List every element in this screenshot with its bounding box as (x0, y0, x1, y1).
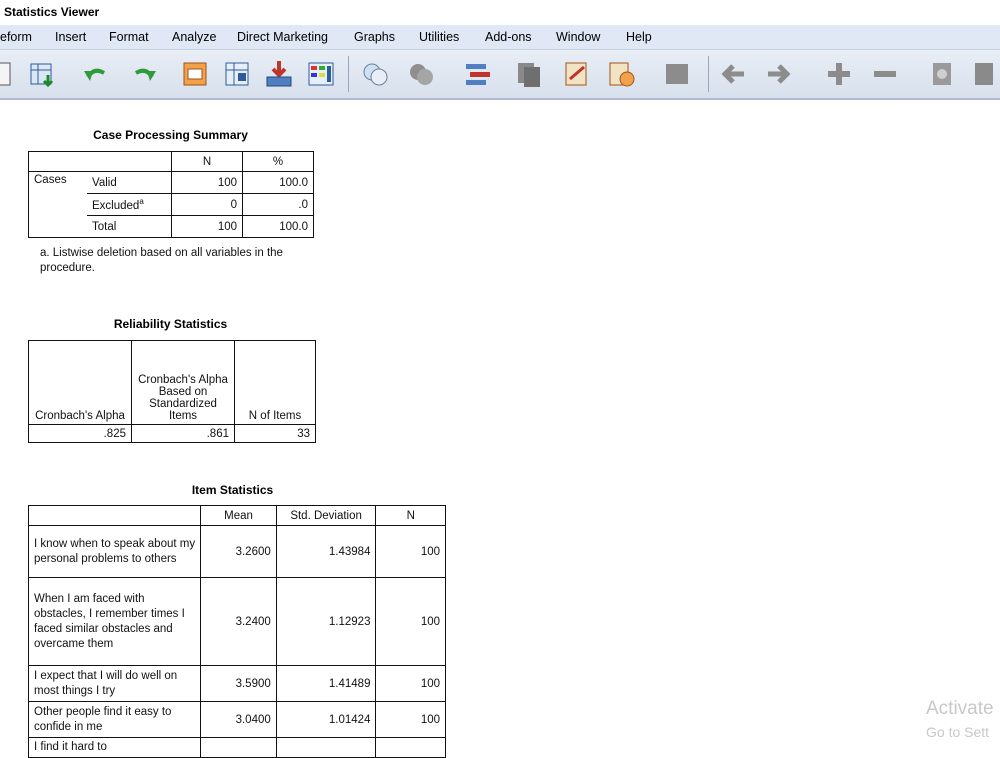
footnote: a. Listwise deletion based on all variab… (40, 247, 283, 274)
case-processing-title: Case Processing Summary (93, 128, 248, 142)
row-label: Valid (87, 171, 172, 194)
column-header: Std. Deviation (275, 505, 377, 526)
toolbar-separator (348, 56, 349, 92)
window-title: Statistics Viewer (4, 5, 100, 19)
open-icon[interactable] (0, 59, 16, 89)
toolbar-separator (708, 56, 709, 92)
undo-icon[interactable] (80, 59, 110, 89)
expand-icon[interactable] (824, 59, 854, 89)
table-cell: 3.2600 (200, 525, 277, 578)
table-cell: 100.0 (242, 171, 314, 194)
table-cell (200, 737, 277, 758)
goto-variable-icon[interactable] (222, 59, 252, 89)
row-label: Excludeda (87, 193, 172, 216)
case-processing-table: N % Cases Valid 100 100.0 Excludeda 0 .0… (28, 151, 314, 238)
column-header: N of Items (234, 340, 316, 425)
menu-insert[interactable]: Insert (55, 30, 86, 44)
value-labels-icon[interactable] (406, 59, 436, 89)
table-cell: 3.2400 (200, 577, 277, 666)
row-label: When I am faced with obstacles, I rememb… (27, 577, 202, 666)
table-cell: 100.0 (242, 215, 314, 238)
title-bar: Statistics Viewer (0, 0, 1000, 25)
table-cell: 0 (171, 193, 243, 216)
designate-window-icon[interactable] (514, 59, 544, 89)
table-cell: 100 (171, 171, 243, 194)
table-cell: 1.01424 (275, 701, 377, 738)
column-header: Mean (200, 505, 277, 526)
import-data-icon[interactable] (28, 59, 58, 89)
column-header: % (242, 151, 314, 172)
use-sets-icon[interactable] (462, 59, 492, 89)
menu-analyze[interactable]: Analyze (172, 30, 216, 44)
table-cell: 33 (234, 424, 316, 443)
table-cell: .825 (28, 424, 132, 443)
column-header: N (375, 505, 446, 526)
menu-direct-marketing[interactable]: Direct Marketing (237, 30, 328, 44)
stop-icon[interactable] (662, 59, 692, 89)
table-cell: 3.0400 (200, 701, 277, 738)
table-cell: 1.41489 (275, 665, 377, 702)
collapse-icon[interactable] (870, 59, 900, 89)
export-icon[interactable] (264, 59, 294, 89)
activation-watermark-subtext: Go to Sett (926, 724, 990, 740)
menu-help[interactable]: Help (626, 30, 652, 44)
item-statistics-table: Mean Std. Deviation N I know when to spe… (27, 505, 446, 758)
back-arrow-icon[interactable] (718, 59, 748, 89)
activation-watermark: Activate (926, 698, 994, 719)
table-cell: .861 (131, 424, 235, 443)
table-cell: 100 (375, 665, 446, 702)
hide-icon[interactable] (970, 59, 1000, 89)
table-cell (375, 737, 446, 758)
row-label: I find it hard to (27, 737, 202, 758)
table-cell: 100 (171, 215, 243, 238)
row-label: I know when to speak about my personal p… (27, 525, 202, 578)
show-all-icon[interactable] (562, 59, 592, 89)
row-label: Total (87, 215, 172, 238)
row-label: Other people find it easy to confide in … (27, 701, 202, 738)
row-label: I expect that I will do well on most thi… (27, 665, 202, 702)
table-cell: 100 (375, 525, 446, 578)
menu-graphs[interactable]: Graphs (354, 30, 395, 44)
table-cell (275, 737, 377, 758)
forward-arrow-icon[interactable] (764, 59, 794, 89)
table-cell: 100 (375, 701, 446, 738)
pivot-icon[interactable] (606, 59, 636, 89)
table-cell: 100 (375, 577, 446, 666)
column-header: Cronbach's Alpha (28, 340, 132, 425)
variables-icon[interactable] (306, 59, 336, 89)
reliability-table: Cronbach's Alpha Cronbach's Alpha Based … (28, 340, 316, 443)
show-icon[interactable] (928, 59, 958, 89)
column-header: N (171, 151, 243, 172)
redo-icon[interactable] (130, 59, 160, 89)
menu-bar: eform Insert Format Analyze Direct Marke… (0, 25, 1000, 50)
table-cell: 1.43984 (275, 525, 377, 578)
table-cell: .0 (242, 193, 314, 216)
menu-transform[interactable]: eform (0, 30, 32, 44)
item-statistics-title: Item Statistics (191, 483, 274, 497)
table-cell: 1.12923 (275, 577, 377, 666)
table-cell: 3.5900 (200, 665, 277, 702)
reliability-title: Reliability Statistics (113, 317, 228, 331)
row-group-label: Cases (28, 171, 87, 238)
menu-window[interactable]: Window (556, 30, 600, 44)
goto-case-icon[interactable] (180, 59, 210, 89)
select-cases-icon[interactable] (360, 59, 390, 89)
menu-format[interactable]: Format (109, 30, 149, 44)
menu-add-ons[interactable]: Add-ons (485, 30, 532, 44)
toolbar (0, 50, 1000, 100)
menu-utilities[interactable]: Utilities (419, 30, 459, 44)
column-header: Cronbach's Alpha Based on Standardized I… (131, 340, 235, 425)
output-document: Case Processing Summary N % Cases Valid … (0, 100, 1000, 758)
